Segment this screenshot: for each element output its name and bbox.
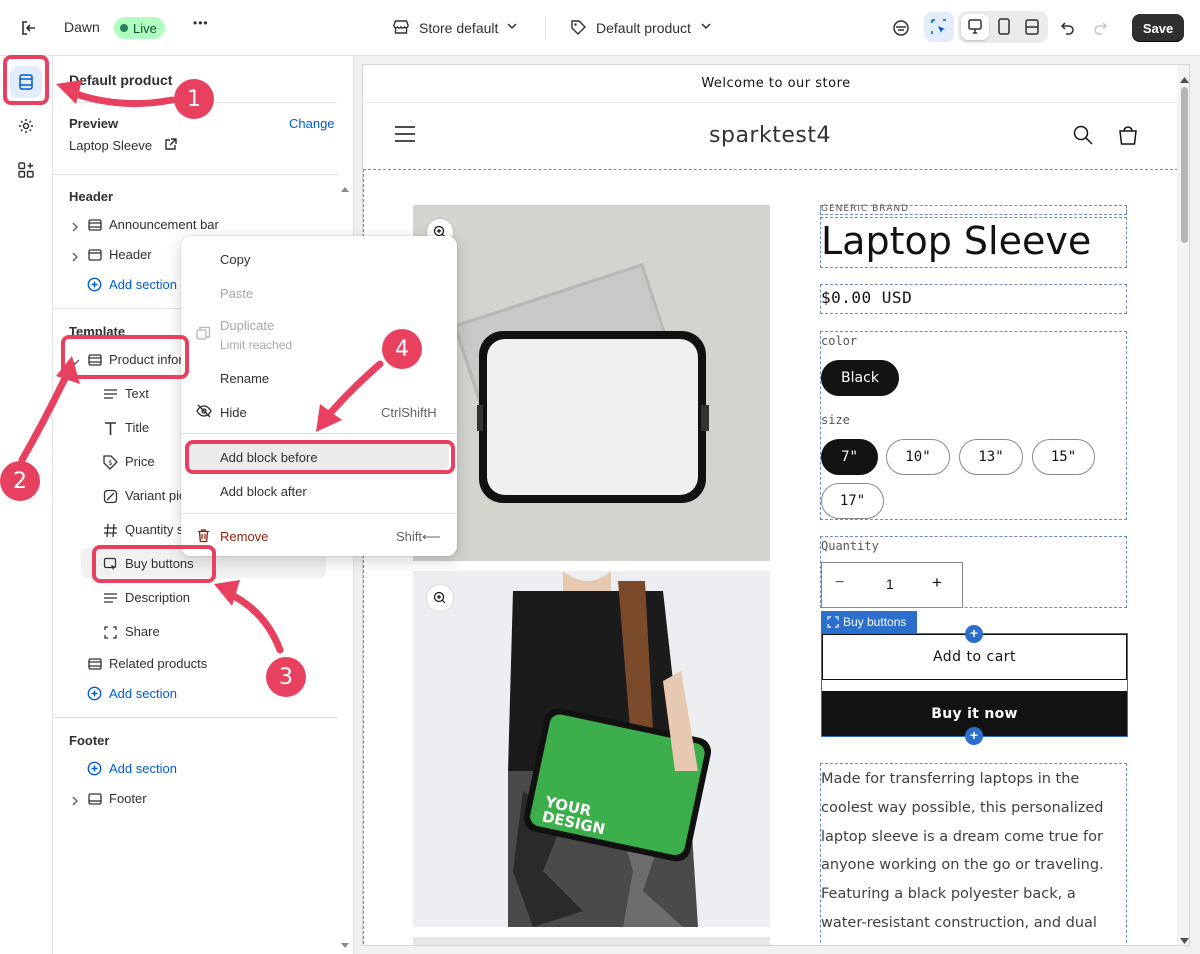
annotation-badge-1: 1 (174, 79, 214, 119)
annotation-badge-3: 3 (266, 657, 306, 697)
annotation-arrows (18, 80, 384, 654)
annotation-badge-4: 4 (382, 329, 422, 369)
annotation-badge-2: 2 (0, 461, 40, 501)
